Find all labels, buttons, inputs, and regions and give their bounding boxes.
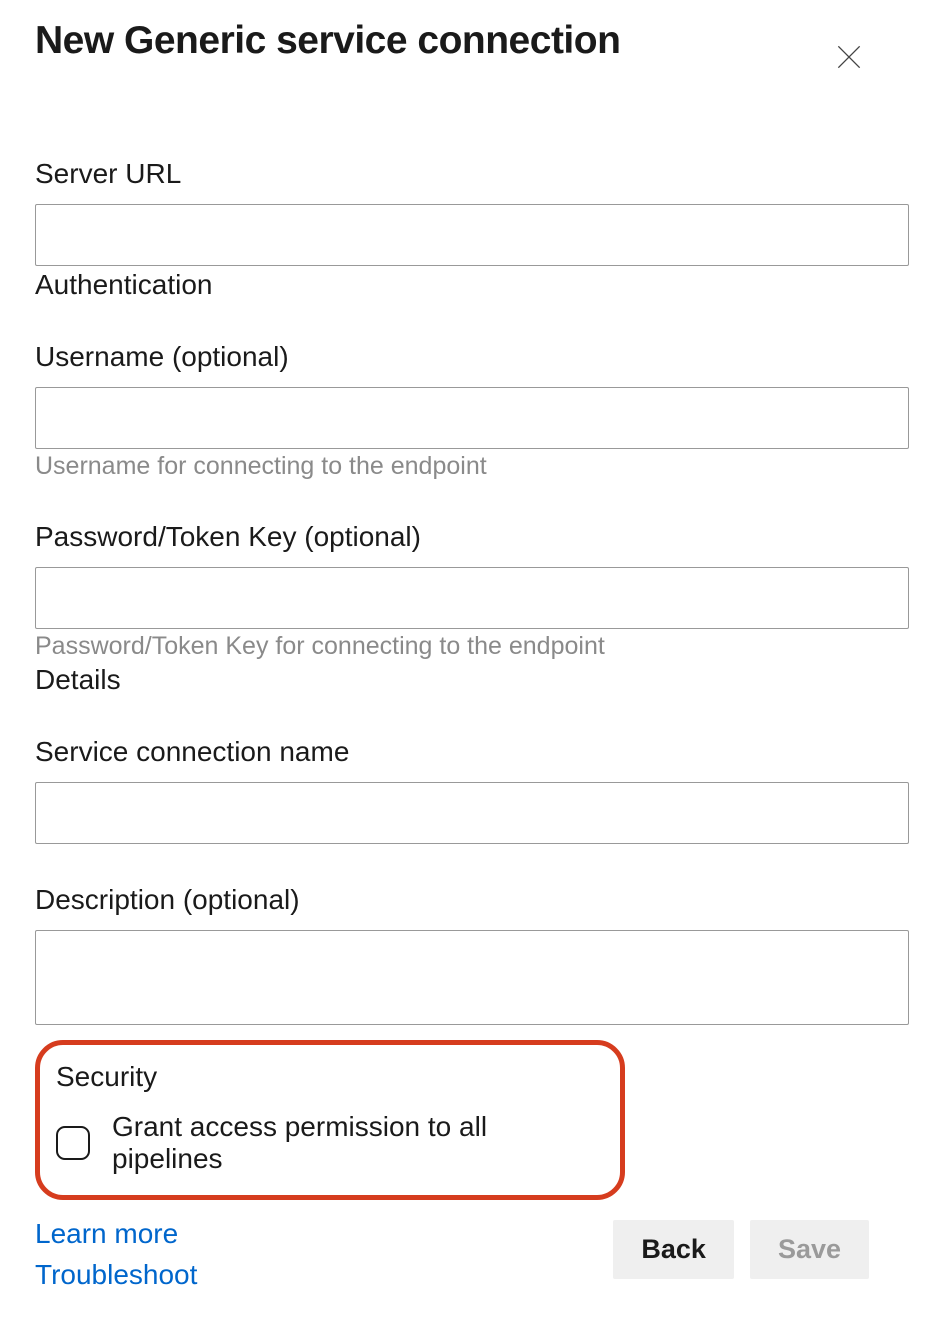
close-icon [833, 41, 865, 76]
footer-buttons: Back Save [613, 1220, 909, 1279]
connection-name-label: Service connection name [35, 736, 909, 768]
grant-access-label[interactable]: Grant access permission to all pipelines [112, 1111, 602, 1175]
connection-name-input[interactable] [35, 782, 909, 844]
troubleshoot-link[interactable]: Troubleshoot [35, 1255, 197, 1294]
password-label: Password/Token Key (optional) [35, 521, 909, 553]
authentication-section-heading: Authentication [35, 269, 909, 301]
username-field-group: Username (optional) Username for connect… [35, 341, 909, 481]
server-url-label: Server URL [35, 158, 909, 190]
save-button[interactable]: Save [750, 1220, 869, 1279]
dialog-title: New Generic service connection [35, 20, 620, 63]
password-helper: Password/Token Key for connecting to the… [35, 632, 909, 661]
password-field-group: Password/Token Key (optional) Password/T… [35, 521, 909, 661]
description-field-group: Description (optional) [35, 884, 909, 1030]
server-url-input[interactable] [35, 204, 909, 266]
connection-name-field-group: Service connection name [35, 736, 909, 844]
dialog-header: New Generic service connection [35, 20, 909, 78]
username-input[interactable] [35, 387, 909, 449]
server-url-field-group: Server URL [35, 158, 909, 266]
description-label: Description (optional) [35, 884, 909, 916]
learn-more-link[interactable]: Learn more [35, 1214, 197, 1253]
password-input[interactable] [35, 567, 909, 629]
username-helper: Username for connecting to the endpoint [35, 452, 909, 481]
security-heading: Security [50, 1061, 602, 1093]
description-input[interactable] [35, 930, 909, 1025]
grant-access-checkbox[interactable] [56, 1126, 90, 1160]
close-button[interactable] [829, 38, 869, 78]
grant-access-row: Grant access permission to all pipelines [50, 1111, 602, 1175]
details-section-heading: Details [35, 664, 909, 696]
back-button[interactable]: Back [613, 1220, 734, 1279]
footer-links: Learn more Troubleshoot [35, 1214, 197, 1294]
username-label: Username (optional) [35, 341, 909, 373]
dialog-footer: Learn more Troubleshoot Back Save [35, 1214, 909, 1294]
security-section: Security Grant access permission to all … [35, 1040, 625, 1200]
